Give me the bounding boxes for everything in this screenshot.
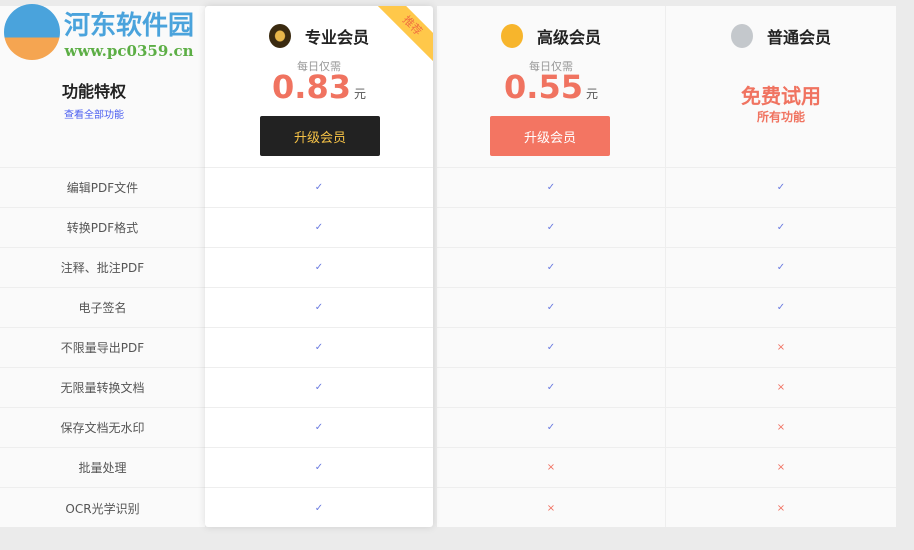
feature-row-cell: ✓ xyxy=(666,168,896,208)
normal-medal-icon xyxy=(730,24,753,48)
feature-row-cell: ✓ xyxy=(666,208,896,248)
cross-icon: × xyxy=(546,502,556,514)
plan-name: 高级会员 xyxy=(536,28,601,47)
feature-row-cell: ✓ xyxy=(205,288,433,328)
plan-normal-column: 普通会员 免费试用 所有功能 ✓ ✓ ✓ ✓ × × × × × xyxy=(666,6,896,527)
check-icon: ✓ xyxy=(546,262,556,273)
feature-row-cell: ✓ xyxy=(437,368,665,408)
feature-row-cell: × xyxy=(437,488,665,528)
watermark-logo: 河东软件园 www.pc0359.cn xyxy=(4,4,194,60)
feature-label: 批量处理 xyxy=(0,448,205,488)
feature-row-cell: ✓ xyxy=(437,208,665,248)
advanced-medal-icon xyxy=(500,24,523,48)
feature-row-cell: × xyxy=(666,408,896,448)
feature-row-cell: × xyxy=(666,448,896,488)
check-icon: ✓ xyxy=(546,422,556,433)
check-icon: ✓ xyxy=(314,222,324,233)
feature-label: 保存文档无水印 xyxy=(0,408,205,448)
feature-row-cell: × xyxy=(666,328,896,368)
feature-label: 注释、批注PDF xyxy=(0,248,205,288)
feature-row-cell: ✓ xyxy=(205,408,433,448)
feature-row-cell: ✓ xyxy=(205,488,433,527)
feature-label: 无限量转换文档 xyxy=(0,368,205,408)
feature-row-cell: × xyxy=(666,488,896,528)
features-title: 功能特权 xyxy=(61,82,126,101)
check-icon: ✓ xyxy=(546,382,556,393)
pro-medal-icon xyxy=(268,24,291,48)
plan-name: 专业会员 xyxy=(304,28,369,47)
cross-icon: × xyxy=(776,502,786,514)
feature-row-cell: ✓ xyxy=(205,208,433,248)
cross-icon: × xyxy=(776,422,786,433)
check-icon: ✓ xyxy=(546,302,556,313)
feature-row-cell: ✓ xyxy=(437,408,665,448)
check-icon: ✓ xyxy=(776,262,786,273)
feature-row-cell: ✓ xyxy=(205,168,433,208)
feature-row-cell: × xyxy=(666,368,896,408)
feature-row-cell: ✓ xyxy=(205,248,433,288)
free-trial-sub: 所有功能 xyxy=(756,110,805,124)
price: 0.55 元 xyxy=(504,68,598,106)
feature-label: OCR光学识别 xyxy=(65,501,140,516)
free-trial-title: 免费试用 xyxy=(741,84,821,108)
feature-row-cell: ✓ xyxy=(437,328,665,368)
check-icon: ✓ xyxy=(314,462,324,473)
feature-row-cell: ✓ xyxy=(437,288,665,328)
feature-label: 编辑PDF文件 xyxy=(0,168,205,208)
feature-row-cell: ✓ xyxy=(437,168,665,208)
check-icon: ✓ xyxy=(314,302,324,313)
check-icon: ✓ xyxy=(776,302,786,313)
check-icon: ✓ xyxy=(776,182,786,193)
check-icon: ✓ xyxy=(776,222,786,233)
cross-icon: × xyxy=(546,462,556,473)
check-icon: ✓ xyxy=(314,182,324,193)
check-icon: ✓ xyxy=(546,182,556,193)
feature-row-cell: ✓ xyxy=(205,328,433,368)
check-icon: ✓ xyxy=(314,382,324,393)
check-icon: ✓ xyxy=(314,262,324,273)
check-icon: ✓ xyxy=(314,502,324,514)
features-header: 河东软件园 www.pc0359.cn 功能特权 查看全部功能 xyxy=(0,4,205,168)
check-icon: ✓ xyxy=(546,342,556,353)
plan-name: 普通会员 xyxy=(766,28,831,47)
check-icon: ✓ xyxy=(546,222,556,233)
feature-row-cell: ✓ xyxy=(205,368,433,408)
plan-advanced-column: 高级会员 每日仅需 0.55 元 升级会员 ✓ ✓ ✓ ✓ ✓ ✓ ✓ × × xyxy=(437,6,666,527)
cross-icon: × xyxy=(776,462,786,473)
cross-icon: × xyxy=(776,342,786,353)
plan-pro-column: 推荐 专业会员 每日仅需 0.83 元 升级会员 ✓ ✓ ✓ ✓ ✓ ✓ ✓ ✓ ✓ xyxy=(205,6,433,527)
feature-row-cell: ✓ xyxy=(666,248,896,288)
feature-row-cell: ✓ xyxy=(666,288,896,328)
upgrade-advanced-button[interactable]: 升级会员 xyxy=(490,116,610,156)
feature-label: 不限量导出PDF xyxy=(0,328,205,368)
price: 0.83 元 xyxy=(272,68,366,106)
feature-label: 电子签名 xyxy=(0,288,205,328)
upgrade-pro-button[interactable]: 升级会员 xyxy=(260,116,380,156)
check-icon: ✓ xyxy=(314,422,324,433)
feature-row-cell: ✓ xyxy=(437,248,665,288)
feature-row-cell: × xyxy=(437,448,665,488)
view-all-features-link[interactable]: 查看全部功能 xyxy=(0,106,188,121)
feature-row-cell: ✓ xyxy=(205,448,433,488)
feature-label: 转换PDF格式 xyxy=(0,208,205,248)
check-icon: ✓ xyxy=(314,342,324,353)
features-column: 河东软件园 www.pc0359.cn 功能特权 查看全部功能 编辑PDF文件转… xyxy=(0,4,205,527)
cross-icon: × xyxy=(776,382,786,393)
